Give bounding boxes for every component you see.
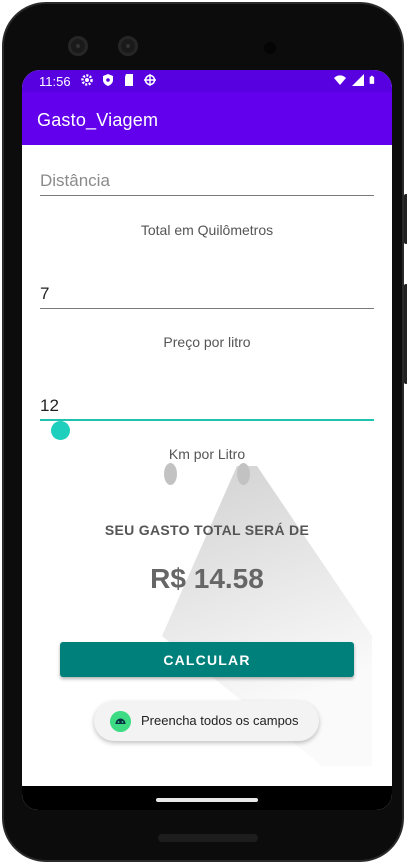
sd-card-icon bbox=[125, 74, 133, 86]
calculate-button[interactable]: CALCULAR bbox=[60, 642, 354, 677]
total-label: SEU GASTO TOTAL SERÁ DE bbox=[104, 522, 310, 538]
front-sensor-icon bbox=[118, 36, 138, 56]
km-per-liter-caption: Km por Litro bbox=[168, 446, 246, 462]
app-title: Gasto_Viagem bbox=[37, 110, 159, 130]
ghost-handle-left bbox=[164, 463, 177, 485]
distance-caption: Total em Quilômetros bbox=[140, 222, 274, 238]
km-per-liter-value: 12 bbox=[40, 396, 59, 415]
distance-input[interactable]: Distância bbox=[40, 165, 374, 196]
front-camera-icon bbox=[68, 36, 88, 56]
price-caption: Preço por litro bbox=[163, 334, 251, 350]
android-icon bbox=[110, 711, 131, 732]
km-per-liter-input[interactable]: 12 bbox=[40, 390, 374, 421]
phone-frame: 11:56 Gasto_Viagem Distância Total em Qu… bbox=[2, 2, 407, 862]
toast-text: Preencha todos os campos bbox=[141, 713, 299, 728]
toast-message: Preencha todos os campos bbox=[94, 701, 319, 741]
status-left-icons bbox=[80, 73, 157, 87]
price-input[interactable]: 7 bbox=[40, 278, 374, 309]
distance-placeholder: Distância bbox=[40, 171, 110, 190]
status-bar: 11:56 bbox=[22, 70, 392, 92]
android-debug-icon bbox=[144, 74, 156, 86]
total-value: R$ 14.58 bbox=[150, 563, 264, 594]
signal-icon bbox=[352, 74, 364, 86]
battery-icon bbox=[369, 75, 375, 84]
navigation-bar bbox=[22, 786, 392, 810]
wifi-icon bbox=[334, 75, 346, 85]
shield-icon bbox=[103, 74, 113, 86]
app-bar: Gasto_Viagem bbox=[22, 92, 392, 145]
ghost-handle-right bbox=[237, 463, 250, 485]
home-gesture-bar[interactable] bbox=[156, 798, 258, 802]
text-cursor-handle[interactable] bbox=[51, 421, 70, 440]
bottom-speaker bbox=[158, 834, 258, 842]
screen: 11:56 Gasto_Viagem Distância Total em Qu… bbox=[22, 70, 392, 810]
status-right-icons bbox=[333, 73, 378, 87]
proximity-sensor bbox=[264, 42, 276, 54]
status-time: 11:56 bbox=[39, 74, 71, 89]
gear-icon bbox=[81, 74, 93, 86]
price-value: 7 bbox=[40, 284, 50, 303]
